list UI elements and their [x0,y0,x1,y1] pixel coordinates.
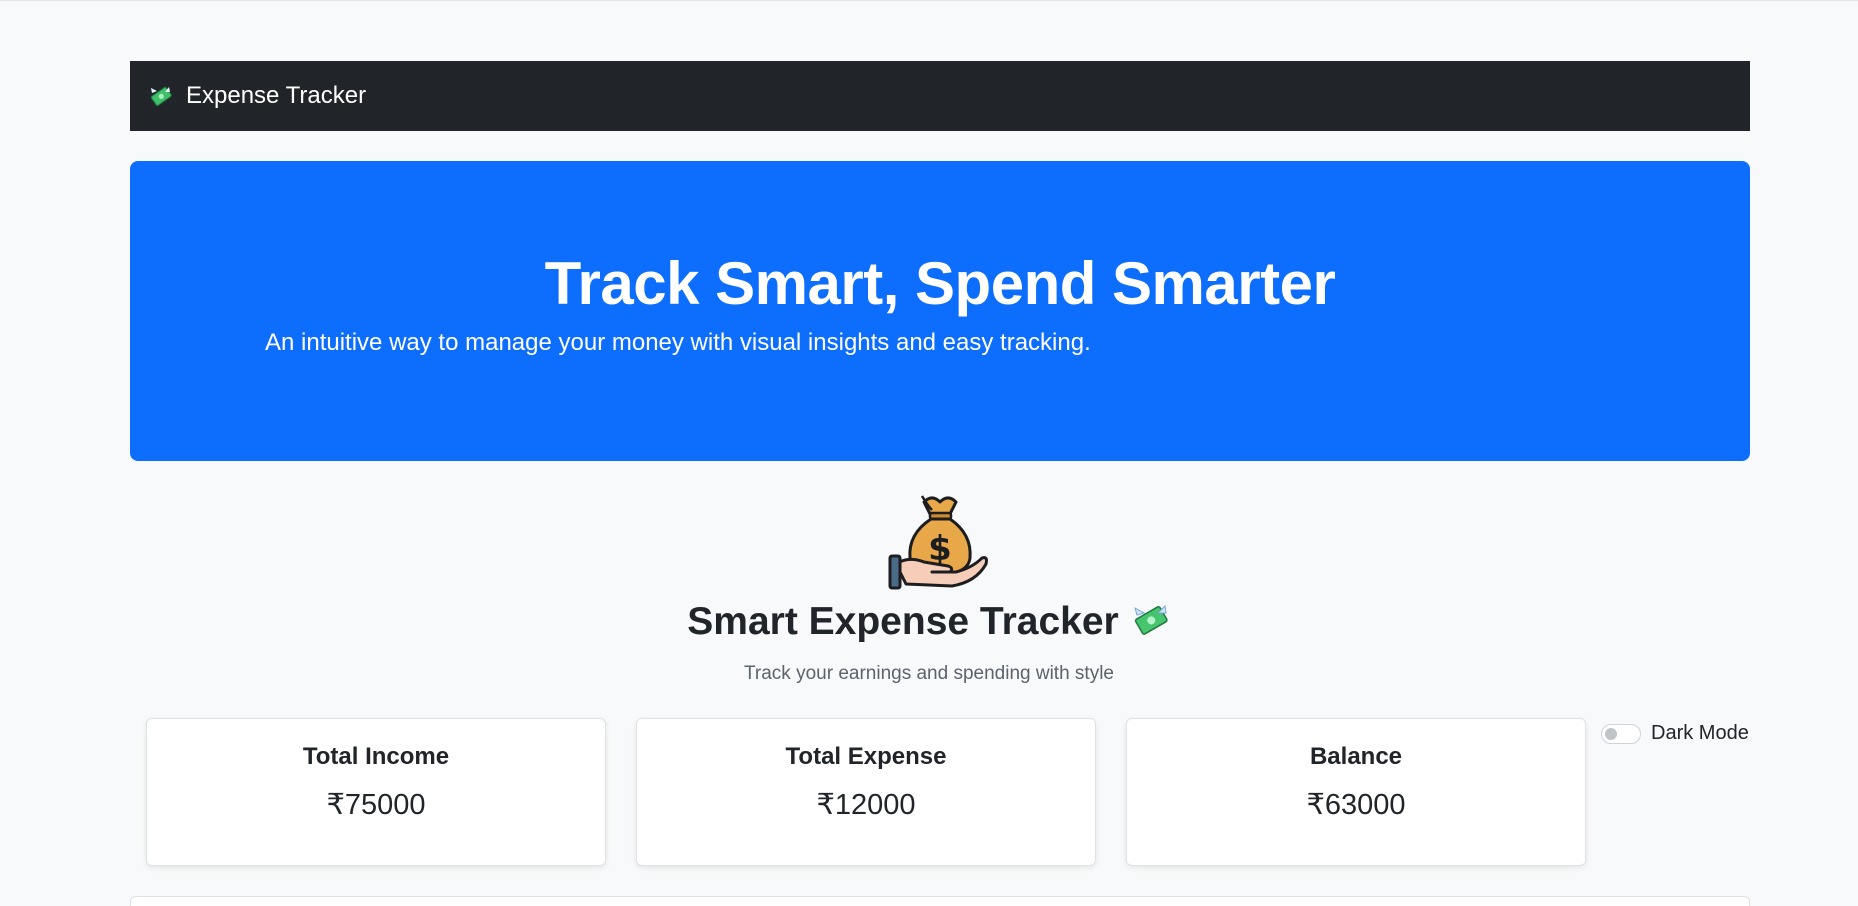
total-income-card: Total Income ₹75000 [146,718,606,866]
card-value: ₹63000 [1306,789,1406,821]
top-divider [0,0,1858,1]
hero-title: Track Smart, Spend Smarter [544,250,1336,317]
money-with-wings-icon [1131,600,1171,640]
total-expense-card: Total Expense ₹12000 [636,718,1096,866]
app-subtitle: Track your earnings and spending with st… [744,663,1114,684]
navbar: Expense Tracker [130,61,1750,131]
card-value: ₹75000 [326,789,426,821]
brand-link[interactable]: Expense Tracker [186,82,366,110]
hero-banner: Track Smart, Spend Smarter An intuitive … [130,161,1750,461]
switch-knob [1605,727,1617,740]
dark-mode-label: Dark Mode [1651,722,1749,744]
app-title: Smart Expense Tracker [0,600,1858,644]
hero-subtitle: An intuitive way to manage your money wi… [265,329,1091,356]
card-label: Balance [1309,743,1403,770]
balance-card: Balance ₹63000 [1126,718,1586,866]
card-label: Total Income [302,743,450,770]
money-bag-hand-icon: $ [888,488,992,592]
dark-mode-switch[interactable] [1601,723,1641,744]
dark-mode-toggle[interactable]: Dark Mode [1601,722,1749,745]
card-label: Total Expense [785,743,947,770]
money-with-wings-icon [148,83,174,109]
app-title-text: Smart Expense Tracker [687,600,1119,643]
transactions-card-edge [130,896,1750,906]
card-value: ₹12000 [816,789,916,821]
